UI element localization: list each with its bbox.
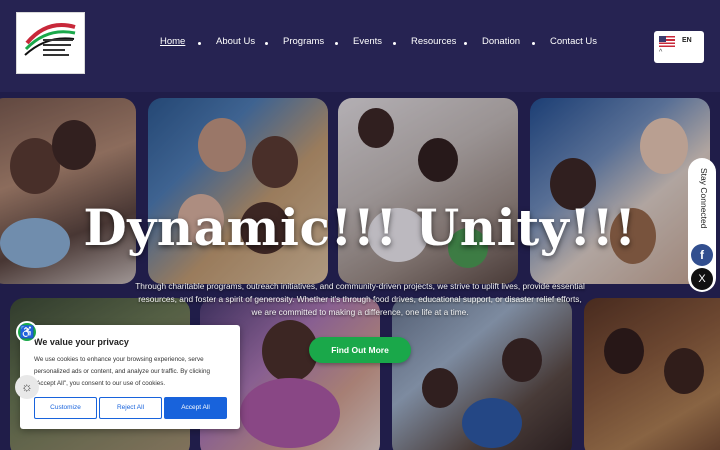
accept-all-button[interactable]: Accept All xyxy=(164,397,227,419)
nav-separator xyxy=(532,42,535,45)
site-logo[interactable] xyxy=(16,12,85,74)
nav-events[interactable]: Events xyxy=(353,36,382,47)
nav-donation[interactable]: Donation xyxy=(482,36,520,47)
nav-separator xyxy=(393,42,396,45)
sun-icon[interactable]: ☼ xyxy=(15,375,39,399)
nav-resources[interactable]: Resources xyxy=(411,36,456,47)
chevron-up-icon: ^ xyxy=(659,49,663,56)
nav-about-us[interactable]: About Us xyxy=(216,36,255,47)
x-twitter-icon[interactable]: X xyxy=(691,268,713,290)
us-flag-icon xyxy=(659,36,675,47)
hero-headline: Dynamic!!! Unity!!! xyxy=(83,198,637,257)
social-sidebar: Stay Connected f X xyxy=(688,158,716,292)
find-out-more-button[interactable]: Find Out More xyxy=(309,337,411,363)
language-code: EN xyxy=(682,37,692,44)
cookie-title: We value your privacy xyxy=(34,337,129,347)
cookie-text: We use cookies to enhance your browsing … xyxy=(34,356,210,388)
nav-programs[interactable]: Programs xyxy=(283,36,324,47)
hero-description: Through charitable programs, outreach in… xyxy=(135,281,585,317)
cookie-consent-banner: We value your privacy We use cookies to … xyxy=(20,325,240,429)
customize-button[interactable]: Customize xyxy=(34,397,97,419)
language-switcher[interactable]: EN ^ xyxy=(654,31,704,63)
site-header: Home About Us Programs Events Resources … xyxy=(0,0,720,92)
nav-separator xyxy=(265,42,268,45)
accessibility-icon[interactable]: ♿ xyxy=(16,321,38,343)
logo-graphic xyxy=(24,23,76,56)
nav-separator xyxy=(198,42,201,45)
nav-separator xyxy=(464,42,467,45)
stay-connected-label: Stay Connected xyxy=(699,168,709,229)
nav-home[interactable]: Home xyxy=(160,36,185,47)
nav-separator xyxy=(335,42,338,45)
reject-all-button[interactable]: Reject All xyxy=(99,397,162,419)
facebook-icon[interactable]: f xyxy=(691,244,713,266)
nav-contact-us[interactable]: Contact Us xyxy=(550,36,597,47)
